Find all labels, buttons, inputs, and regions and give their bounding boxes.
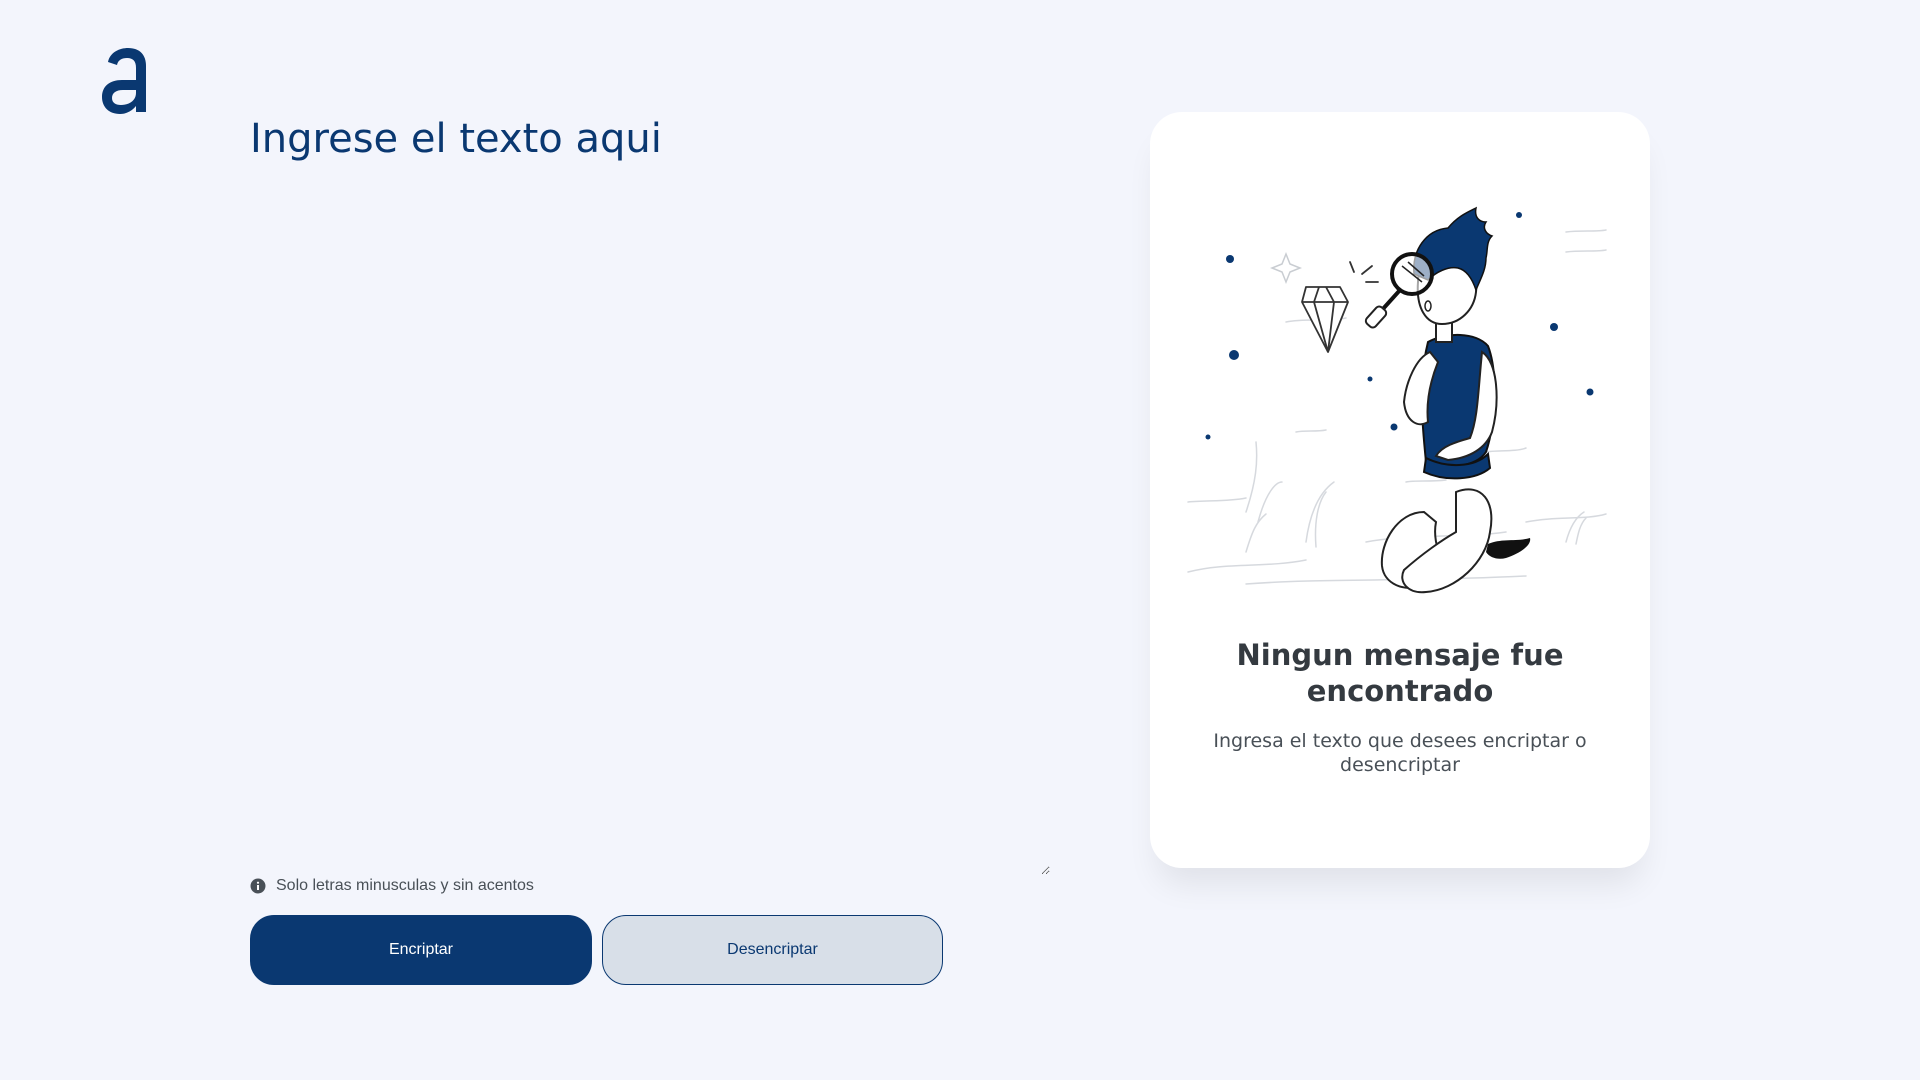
output-panel: Ningun mensaje fue encontrado Ingresa el… bbox=[1150, 112, 1650, 868]
encrypt-button[interactable]: Encriptar bbox=[250, 915, 592, 985]
info-circle-icon bbox=[250, 878, 266, 894]
hint-text: Solo letras minusculas y sin acentos bbox=[276, 877, 534, 894]
message-input[interactable] bbox=[250, 110, 1050, 875]
page: Solo letras minusculas y sin acentos Enc… bbox=[0, 0, 1920, 1080]
decrypt-button[interactable]: Desencriptar bbox=[602, 915, 943, 985]
empty-state-title: Ningun mensaje fue encontrado bbox=[1236, 638, 1564, 708]
person-with-magnifying-glass-and-diamond-illustration bbox=[1187, 206, 1607, 594]
input-hint: Solo letras minusculas y sin acentos bbox=[250, 876, 534, 896]
empty-state-message: Ingresa el texto que desees encriptar o … bbox=[1213, 730, 1587, 776]
alura-a-logo-icon bbox=[102, 48, 146, 114]
